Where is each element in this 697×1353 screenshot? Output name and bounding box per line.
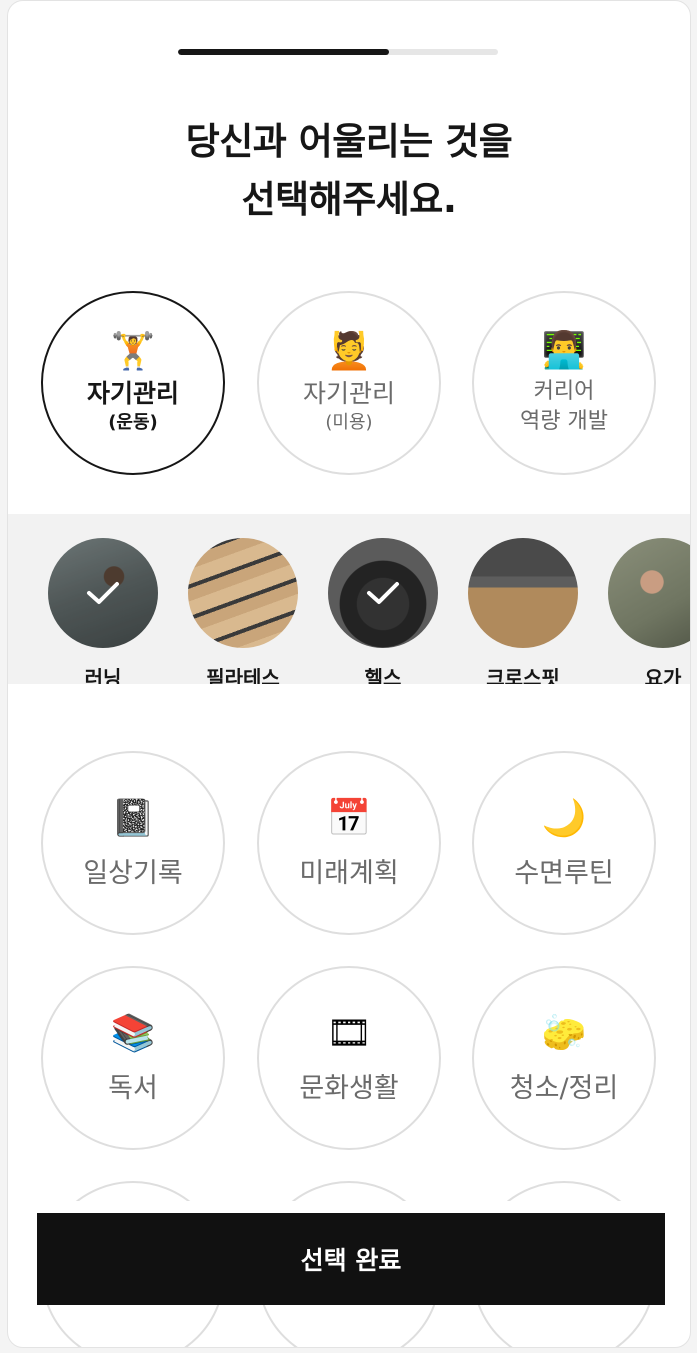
category-label: 독서 [108,1072,158,1104]
category-sublabel: 역량 개발 [520,409,608,434]
category-sublabel: (운동) [108,412,158,433]
category-sublabel: (미용) [325,412,373,433]
books-icon: 📚 [110,1012,156,1054]
running-photo [48,538,158,648]
category-sleep-routine[interactable]: 🌙 수면루틴 [472,751,656,935]
subcategory-crossfit[interactable]: 크로스핏 [468,538,578,684]
category-culture[interactable]: 🎞 문화생활 [257,966,441,1150]
progress-bar [178,49,498,55]
subcategory-label: 요가 [644,666,682,684]
subcategory-label: 헬스 [364,666,402,684]
category-future-plan[interactable]: 📅 미래계획 [257,751,441,935]
category-label: 청소/정리 [509,1072,619,1104]
subcategory-strip[interactable]: 러닝 필라테스 헬스 크로스핏 요가 [8,514,690,684]
page-title: 당신과 어울리는 것을 선택해주세요. [8,113,690,229]
sponge-icon: 🧽 [541,1012,587,1054]
button-backdrop [8,1201,690,1213]
title-line-1: 당신과 어울리는 것을 [185,120,513,163]
category-label: 자기관리 [86,379,179,408]
check-icon [48,538,158,648]
notebook-icon: 📓 [110,797,156,839]
subcategory-pilates[interactable]: 필라테스 [188,538,298,684]
category-label: 미래계획 [299,857,399,889]
subcategory-label: 크로스핏 [486,666,560,684]
category-reading[interactable]: 📚 독서 [41,966,225,1150]
category-label: 커리어 [533,379,595,404]
subcategory-label: 필라테스 [206,666,280,684]
yoga-photo [608,538,690,648]
film-frames-icon: 🎞 [326,1012,372,1054]
pilates-photo [188,538,298,648]
category-daily-log[interactable]: 📓 일상기록 [41,751,225,935]
check-icon [328,538,438,648]
calendar-icon: 📅 [326,797,372,839]
title-line-2: 선택해주세요. [241,178,457,221]
category-career[interactable]: 👨‍💻 커리어 역량 개발 [472,291,656,475]
category-label: 일상기록 [83,857,183,889]
weightlifter-icon: 🏋 [110,331,156,372]
category-label: 수면루틴 [514,857,614,889]
complete-selection-button[interactable]: 선택 완료 [37,1213,665,1305]
moon-icon: 🌙 [541,797,587,839]
category-cleaning[interactable]: 🧽 청소/정리 [472,966,656,1150]
category-selfcare-beauty[interactable]: 💆 자기관리 (미용) [257,291,441,475]
progress-fill [178,49,390,55]
subcategory-yoga[interactable]: 요가 [608,538,690,684]
category-label: 문화생활 [299,1072,399,1104]
massage-icon: 💆 [326,331,372,372]
category-selfcare-exercise[interactable]: 🏋 자기관리 (운동) [41,291,225,475]
crossfit-photo [468,538,578,648]
subcategory-label: 러닝 [84,666,122,684]
technologist-icon: 👨‍💻 [541,330,587,371]
subcategory-running[interactable]: 러닝 [48,538,158,684]
subcategory-gym[interactable]: 헬스 [328,538,438,684]
gym-photo [328,538,438,648]
screen: 당신과 어울리는 것을 선택해주세요. 🏋 자기관리 (운동) 💆 자기관리 (… [7,0,691,1348]
category-label: 자기관리 [302,379,395,408]
